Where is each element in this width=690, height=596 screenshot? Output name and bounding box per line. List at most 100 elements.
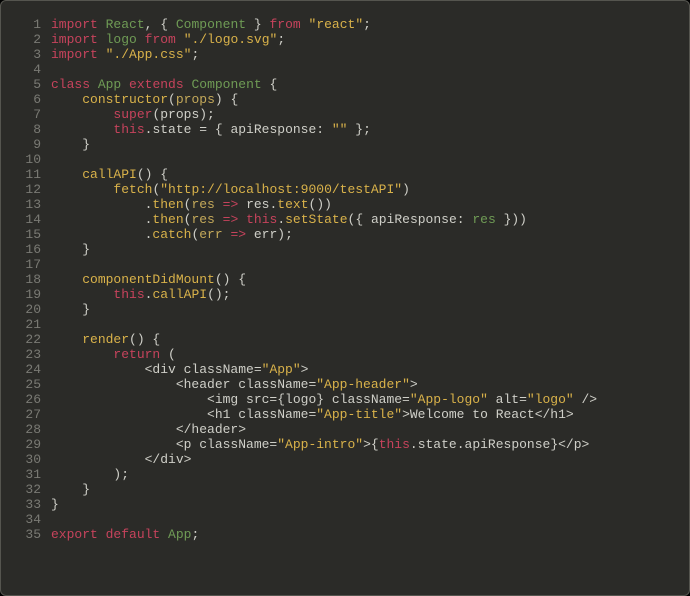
code-line: 27 <h1 className="App-title">Welcome to … xyxy=(1,407,689,422)
line-number: 29 xyxy=(1,437,51,452)
code-line: 11 callAPI() { xyxy=(1,167,689,182)
code-line: 33} xyxy=(1,497,689,512)
line-number: 8 xyxy=(1,122,51,137)
code-line: 10 xyxy=(1,152,689,167)
token-kw: return xyxy=(113,347,160,362)
token-kw: => xyxy=(230,227,246,242)
token-pl: } xyxy=(246,17,269,32)
token-pl xyxy=(51,272,82,287)
code-line: 30 </div> xyxy=(1,452,689,467)
line-number: 33 xyxy=(1,497,51,512)
line-content: export default App; xyxy=(51,527,689,542)
token-pl: res. xyxy=(238,197,277,212)
token-str: "http://localhost:9000/testAPI" xyxy=(160,182,402,197)
token-pl xyxy=(121,77,129,92)
line-number: 3 xyxy=(1,47,51,62)
line-content: </div> xyxy=(51,452,689,467)
line-number: 32 xyxy=(1,482,51,497)
token-str: "App-intro" xyxy=(277,437,363,452)
line-content: import React, { Component } from "react"… xyxy=(51,17,689,32)
line-content: return ( xyxy=(51,347,689,362)
token-pl: ( xyxy=(160,347,176,362)
token-pl: .state.apiResponse}</p> xyxy=(410,437,589,452)
line-number: 28 xyxy=(1,422,51,437)
line-number: 16 xyxy=(1,242,51,257)
code-line: 24 <div className="App"> xyxy=(1,362,689,377)
code-line: 6 constructor(props) { xyxy=(1,92,689,107)
code-line: 12 fetch("http://localhost:9000/testAPI"… xyxy=(1,182,689,197)
line-content: } xyxy=(51,137,689,152)
code-line: 32 } xyxy=(1,482,689,497)
code-line: 22 render() { xyxy=(1,332,689,347)
token-pl: alt= xyxy=(488,392,527,407)
token-pl: > xyxy=(410,377,418,392)
code-line: 23 return ( xyxy=(1,347,689,362)
token-pl: > xyxy=(301,362,309,377)
line-number: 19 xyxy=(1,287,51,302)
token-pl xyxy=(51,347,113,362)
token-pl: <header className= xyxy=(51,377,316,392)
line-content: </header> xyxy=(51,422,689,437)
line-number: 11 xyxy=(1,167,51,182)
token-yl: constructor xyxy=(82,92,168,107)
token-pl xyxy=(215,197,223,212)
code-line: 2import logo from "./logo.svg"; xyxy=(1,32,689,47)
line-number: 34 xyxy=(1,512,51,527)
line-number: 12 xyxy=(1,182,51,197)
line-content: .catch(err => err); xyxy=(51,227,689,242)
token-kw: default xyxy=(106,527,161,542)
code-line: 14 .then(res => this.setState({ apiRespo… xyxy=(1,212,689,227)
line-number: 20 xyxy=(1,302,51,317)
line-content: callAPI() { xyxy=(51,167,689,182)
token-pl xyxy=(51,92,82,107)
token-kw: this xyxy=(113,122,144,137)
token-kw: this xyxy=(113,287,144,302)
token-yl: callAPI xyxy=(82,167,137,182)
token-pl xyxy=(238,212,246,227)
token-str: "logo" xyxy=(527,392,574,407)
line-number: 15 xyxy=(1,227,51,242)
token-pl: ; xyxy=(191,47,199,62)
line-content: } xyxy=(51,497,689,512)
code-line: 21 xyxy=(1,317,689,332)
line-number: 31 xyxy=(1,467,51,482)
token-kw: this xyxy=(246,212,277,227)
token-pl: ({ apiResponse: xyxy=(348,212,473,227)
token-pl: ); xyxy=(51,467,129,482)
token-pl: <img src={logo} className= xyxy=(51,392,410,407)
token-pl: } xyxy=(51,482,90,497)
token-pl: } xyxy=(51,497,59,512)
line-content: } xyxy=(51,242,689,257)
code-line: 17 xyxy=(1,257,689,272)
line-content: <p className="App-intro">{this.state.api… xyxy=(51,437,689,452)
token-pl: <h1 className= xyxy=(51,407,316,422)
line-content: constructor(props) { xyxy=(51,92,689,107)
line-content xyxy=(51,257,689,272)
token-pl: }; xyxy=(347,122,370,137)
line-content: <header className="App-header"> xyxy=(51,377,689,392)
token-pl: </header> xyxy=(51,422,246,437)
token-pl xyxy=(98,32,106,47)
line-number: 23 xyxy=(1,347,51,362)
token-pl xyxy=(98,47,106,62)
line-number: 13 xyxy=(1,197,51,212)
token-yl: setState xyxy=(285,212,347,227)
token-kw: import xyxy=(51,32,98,47)
token-pl xyxy=(51,107,113,122)
token-pl: .state = { apiResponse: xyxy=(145,122,332,137)
token-str: "App" xyxy=(262,362,301,377)
token-pl: ()) xyxy=(309,197,332,212)
token-yl: componentDidMount xyxy=(82,272,215,287)
token-pl: ; xyxy=(191,527,199,542)
line-number: 17 xyxy=(1,257,51,272)
token-pl: } xyxy=(51,137,90,152)
line-content xyxy=(51,317,689,332)
line-content xyxy=(51,152,689,167)
token-kw: this xyxy=(379,437,410,452)
line-number: 25 xyxy=(1,377,51,392)
token-pl: ) { xyxy=(215,92,238,107)
code-line: 31 ); xyxy=(1,467,689,482)
token-pl xyxy=(301,17,309,32)
token-pl: () { xyxy=(215,272,246,287)
token-pl: ( xyxy=(168,92,176,107)
